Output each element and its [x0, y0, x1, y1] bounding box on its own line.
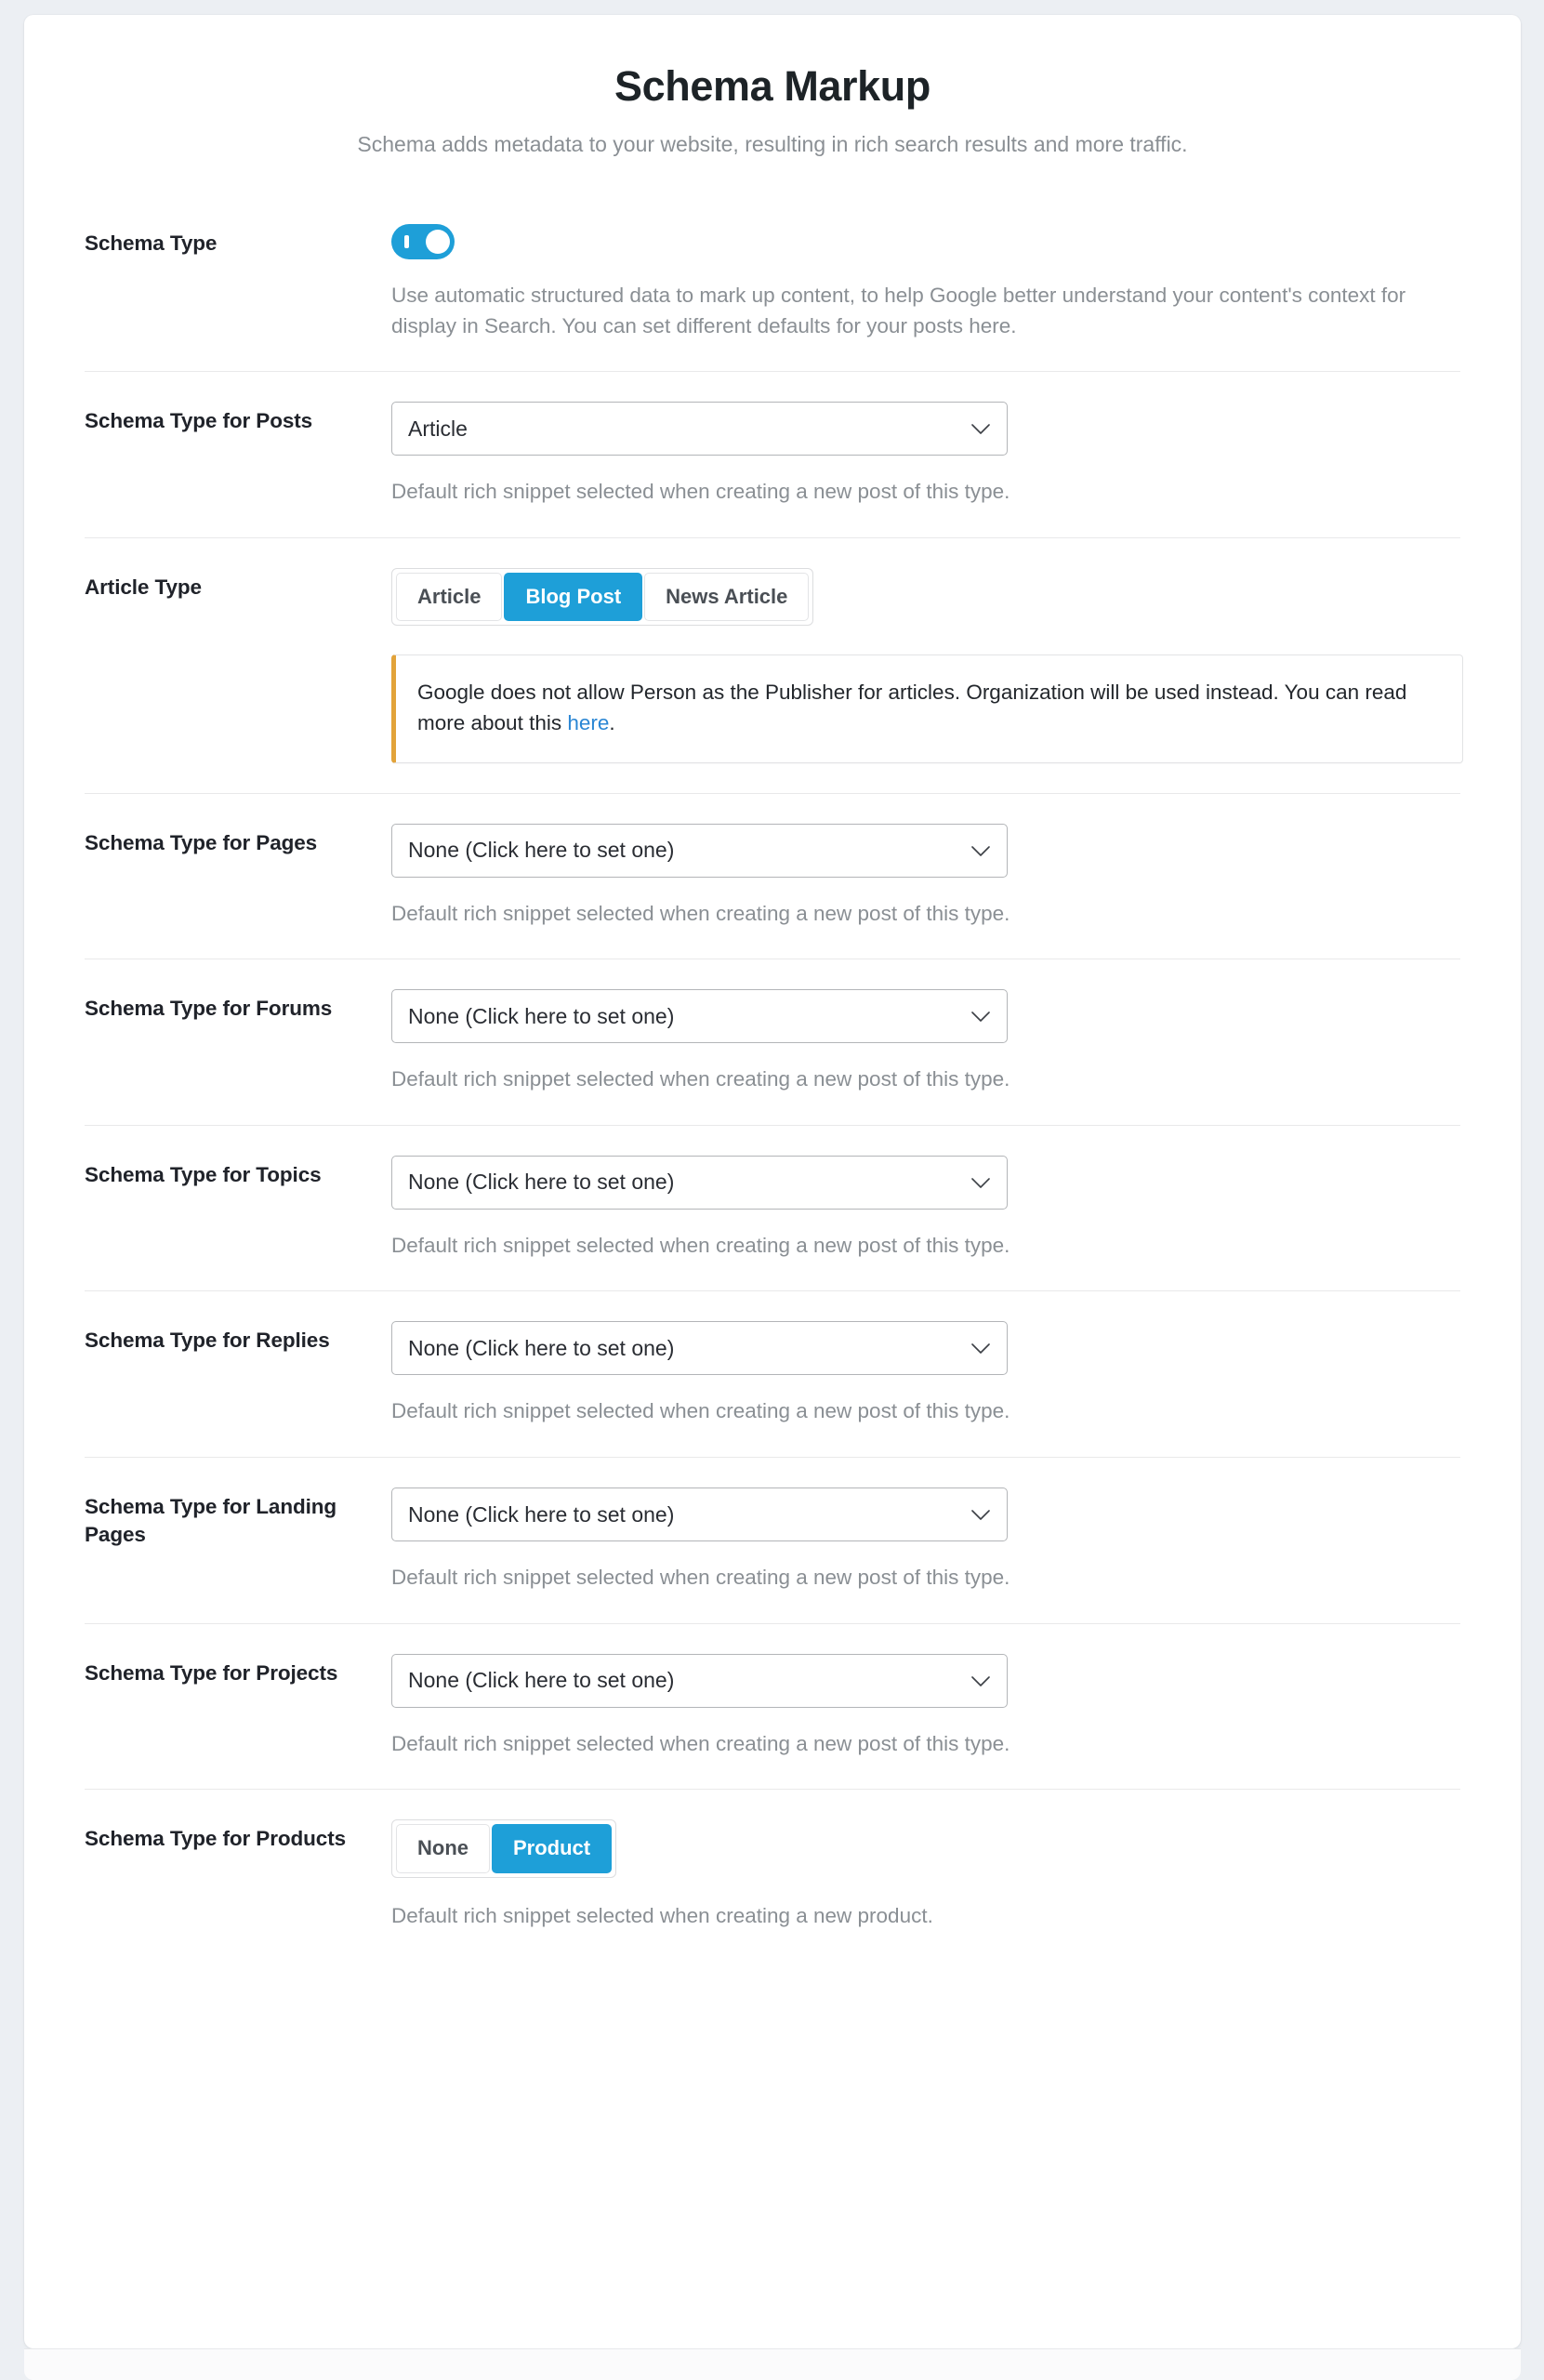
row-label-schema-type: Schema Type: [85, 224, 391, 258]
row-schema-type-forums: Schema Type for Forums None (Click here …: [85, 959, 1460, 1125]
schema-type-landing-pages-select[interactable]: None (Click here to set one): [391, 1488, 1008, 1541]
article-type-button-group: Article Blog Post News Article: [391, 568, 813, 626]
help-projects: Default rich snippet selected when creat…: [391, 1729, 1423, 1760]
schema-type-topics-value: None (Click here to set one): [408, 1170, 674, 1195]
chevron-down-icon: [971, 1510, 990, 1520]
publisher-notice-text: Google does not allow Person as the Publ…: [417, 677, 1440, 738]
schema-type-topics-select[interactable]: None (Click here to set one): [391, 1156, 1008, 1210]
card-footer: [24, 2348, 1521, 2380]
row-schema-type-projects: Schema Type for Projects None (Click her…: [85, 1623, 1460, 1790]
help-products: Default rich snippet selected when creat…: [391, 1901, 1423, 1932]
schema-type-posts-select[interactable]: Article: [391, 402, 1008, 456]
row-control-projects: None (Click here to set one) Default ric…: [391, 1654, 1460, 1760]
schema-type-projects-value: None (Click here to set one): [408, 1668, 674, 1693]
card-header: Schema Markup Schema adds metadata to yo…: [24, 15, 1521, 159]
help-pages: Default rich snippet selected when creat…: [391, 899, 1423, 930]
row-control-replies: None (Click here to set one) Default ric…: [391, 1321, 1460, 1427]
row-control-schema-type: Use automatic structured data to mark up…: [391, 224, 1460, 341]
schema-type-forums-value: None (Click here to set one): [408, 1004, 674, 1029]
chevron-down-icon: [971, 424, 990, 434]
row-control-products: None Product Default rich snippet select…: [391, 1819, 1460, 1931]
help-landing-pages: Default rich snippet selected when creat…: [391, 1563, 1423, 1593]
schema-type-toggle[interactable]: [391, 224, 455, 259]
products-button-group: None Product: [391, 1819, 616, 1877]
row-label-landing-pages: Schema Type for Landing Pages: [85, 1488, 391, 1549]
schema-type-projects-select[interactable]: None (Click here to set one): [391, 1654, 1008, 1708]
chevron-down-icon: [971, 1012, 990, 1022]
toggle-knob-icon: [426, 230, 450, 254]
row-control-pages: None (Click here to set one) Default ric…: [391, 824, 1460, 930]
help-replies: Default rich snippet selected when creat…: [391, 1396, 1423, 1427]
publisher-notice: Google does not allow Person as the Publ…: [391, 654, 1463, 762]
products-option-none[interactable]: None: [396, 1824, 490, 1872]
notice-text-after: .: [609, 711, 614, 734]
page-title: Schema Markup: [24, 63, 1521, 110]
row-schema-type-products: Schema Type for Products None Product De…: [85, 1789, 1460, 1961]
chevron-down-icon: [971, 1343, 990, 1354]
help-topics: Default rich snippet selected when creat…: [391, 1231, 1423, 1262]
row-control-article-type: Article Blog Post News Article Google do…: [391, 568, 1460, 763]
schema-type-pages-value: None (Click here to set one): [408, 838, 674, 863]
help-schema-type: Use automatic structured data to mark up…: [391, 281, 1423, 341]
row-control-posts: Article Default rich snippet selected wh…: [391, 402, 1460, 508]
row-label-topics: Schema Type for Topics: [85, 1156, 391, 1189]
row-control-forums: None (Click here to set one) Default ric…: [391, 989, 1460, 1095]
row-schema-type-landing-pages: Schema Type for Landing Pages None (Clic…: [85, 1457, 1460, 1623]
products-option-product[interactable]: Product: [492, 1824, 612, 1872]
schema-type-replies-value: None (Click here to set one): [408, 1336, 674, 1361]
article-type-option-article[interactable]: Article: [396, 573, 502, 621]
row-schema-type-posts: Schema Type for Posts Article Default ri…: [85, 371, 1460, 537]
row-article-type: Article Type Article Blog Post News Arti…: [85, 537, 1460, 793]
row-label-article-type: Article Type: [85, 568, 391, 602]
page-subtitle: Schema adds metadata to your website, re…: [340, 129, 1205, 160]
row-schema-type: Schema Type Use automatic structured dat…: [85, 194, 1460, 371]
help-forums: Default rich snippet selected when creat…: [391, 1064, 1423, 1095]
schema-type-landing-pages-value: None (Click here to set one): [408, 1502, 674, 1527]
row-schema-type-replies: Schema Type for Replies None (Click here…: [85, 1290, 1460, 1457]
chevron-down-icon: [971, 846, 990, 856]
row-label-projects: Schema Type for Projects: [85, 1654, 391, 1687]
article-type-option-news-article[interactable]: News Article: [644, 573, 809, 621]
settings-rows: Schema Type Use automatic structured dat…: [24, 194, 1521, 1961]
row-schema-type-pages: Schema Type for Pages None (Click here t…: [85, 793, 1460, 959]
toggle-bar-icon: [404, 235, 409, 248]
row-label-replies: Schema Type for Replies: [85, 1321, 391, 1355]
schema-type-replies-select[interactable]: None (Click here to set one): [391, 1321, 1008, 1375]
help-posts: Default rich snippet selected when creat…: [391, 477, 1423, 508]
schema-type-posts-value: Article: [408, 416, 468, 442]
notice-here-link[interactable]: here: [567, 711, 609, 734]
row-control-landing-pages: None (Click here to set one) Default ric…: [391, 1488, 1460, 1593]
row-label-posts: Schema Type for Posts: [85, 402, 391, 435]
article-type-option-blog-post[interactable]: Blog Post: [504, 573, 642, 621]
notice-text-before: Google does not allow Person as the Publ…: [417, 681, 1406, 734]
row-schema-type-topics: Schema Type for Topics None (Click here …: [85, 1125, 1460, 1291]
settings-card: Schema Markup Schema adds metadata to yo…: [24, 15, 1521, 2348]
chevron-down-icon: [971, 1178, 990, 1188]
row-label-products: Schema Type for Products: [85, 1819, 391, 1853]
row-label-forums: Schema Type for Forums: [85, 989, 391, 1023]
page-root: Schema Markup Schema adds metadata to yo…: [0, 0, 1544, 2380]
schema-type-forums-select[interactable]: None (Click here to set one): [391, 989, 1008, 1043]
schema-type-pages-select[interactable]: None (Click here to set one): [391, 824, 1008, 878]
chevron-down-icon: [971, 1676, 990, 1686]
row-control-topics: None (Click here to set one) Default ric…: [391, 1156, 1460, 1262]
row-label-pages: Schema Type for Pages: [85, 824, 391, 857]
